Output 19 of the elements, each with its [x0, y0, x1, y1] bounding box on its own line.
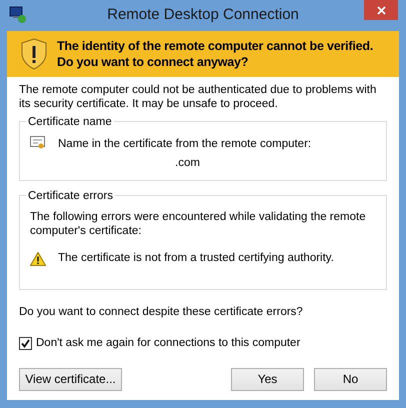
certificate-icon: [30, 136, 46, 150]
view-certificate-button[interactable]: View certificate...: [19, 368, 122, 390]
question-text: Do you want to connect despite these certificate errors?: [19, 305, 304, 320]
certificate-name-value: .com: [175, 156, 200, 172]
remote-desktop-icon: [9, 6, 27, 24]
error-text: The certificate is not from a trusted certifying authority.: [58, 251, 334, 266]
close-button[interactable]: [364, 0, 398, 20]
shield-warning-icon: [21, 38, 47, 70]
close-icon: [376, 6, 386, 14]
errors-description: The following errors were encountered while validating the remote computer's certificate:: [30, 210, 367, 238]
certificate-name-label: Name in the certificate from the remote computer:: [58, 137, 312, 152]
warning-icon: [30, 252, 46, 266]
yes-button[interactable]: Yes: [231, 368, 304, 390]
no-button[interactable]: No: [314, 368, 387, 390]
warning-message: The identity of the remote computer cannot be verified. Do you want to connect anyway?: [57, 38, 374, 70]
dont-ask-label: Don't ask me again for connections to this computer: [36, 336, 300, 352]
window-title: Remote Desktop Connection: [107, 5, 299, 26]
dont-ask-checkbox[interactable]: [19, 337, 32, 350]
intro-text: The remote computer could not be authenticated due to problems with its security certificate. It may be unsafe to proceed.: [19, 83, 378, 111]
